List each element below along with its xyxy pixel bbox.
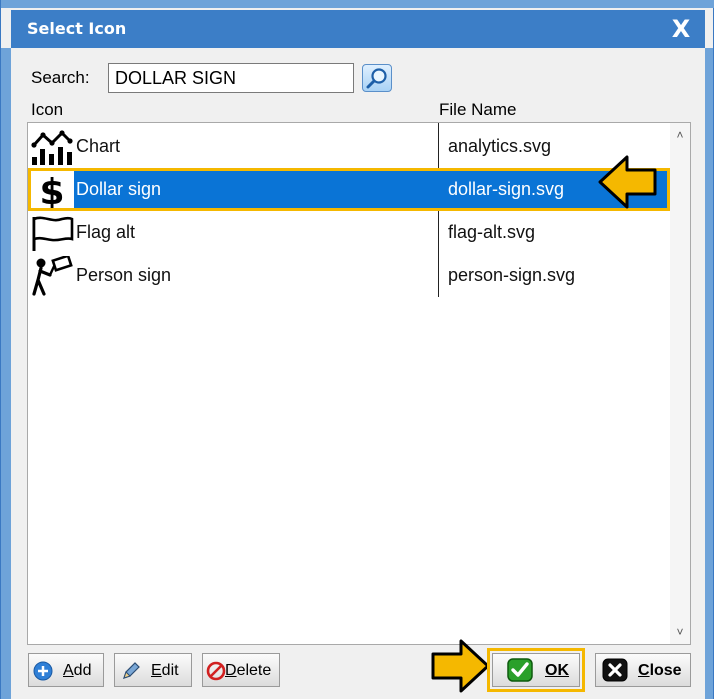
pencil-icon (120, 660, 142, 682)
list-item[interactable]: Chart analytics.svg (28, 125, 670, 168)
scroll-down-icon[interactable]: ˅ (674, 626, 686, 638)
list-item-selected[interactable]: $ Dollar sign dollar-sign.svg (28, 168, 670, 211)
icon-file-name: dollar-sign.svg (448, 179, 565, 199)
edit-button[interactable]: Edit (114, 653, 192, 687)
select-icon-dialog: Select Icon X Search: Icon File Name (0, 0, 714, 699)
icon-file-name: flag-alt.svg (448, 222, 536, 242)
delete-label: Delete (225, 662, 272, 679)
search-label: Search: (31, 68, 90, 87)
add-icon (33, 661, 53, 681)
add-button[interactable]: Add (28, 653, 104, 687)
delete-button[interactable]: Delete (202, 653, 280, 687)
close-button[interactable]: Close (595, 653, 691, 687)
check-icon (507, 658, 533, 682)
dialog-body: Search: Icon File Name (11, 48, 705, 699)
close-x-icon (602, 658, 628, 682)
scroll-up-icon[interactable]: ˄ (674, 129, 686, 141)
analytics-icon (30, 127, 74, 167)
search-input[interactable] (108, 63, 354, 93)
list-item[interactable]: Person sign person-sign.svg (28, 254, 670, 297)
icon-name: Dollar sign (76, 179, 162, 199)
add-label: Add (63, 662, 92, 679)
search-icon (363, 65, 391, 91)
flag-alt-icon (30, 213, 74, 253)
dollar-sign-icon: $ (30, 170, 74, 210)
icon-file-name: analytics.svg (448, 136, 552, 156)
no-entry-icon (206, 661, 226, 681)
column-header-icon[interactable]: Icon (31, 100, 63, 120)
callout-arrow-right-icon (429, 638, 491, 694)
window-left-border (1, 48, 11, 699)
ok-button[interactable]: OK (492, 653, 580, 687)
list-item[interactable]: Flag alt flag-alt.svg (28, 211, 670, 254)
search-button[interactable] (362, 64, 392, 92)
icon-name: Chart (76, 136, 121, 156)
close-label: Close (638, 662, 682, 679)
icon-name: Flag alt (76, 222, 136, 242)
vertical-scrollbar[interactable]: ˄ ˅ (670, 123, 690, 644)
title-bar[interactable]: Select Icon X (11, 10, 705, 48)
person-sign-icon (30, 256, 74, 296)
close-window-button[interactable]: X (667, 14, 695, 44)
svg-text:$: $ (39, 172, 64, 210)
callout-arrow-left-icon (597, 154, 659, 210)
icon-list[interactable]: Chart analytics.svg $ Dollar sign dollar… (27, 122, 691, 645)
window-top-border (1, 0, 714, 8)
dialog-title: Select Icon (27, 19, 127, 38)
icon-file-name: person-sign.svg (448, 265, 576, 285)
ok-label: OK (545, 662, 570, 679)
column-header-file-name[interactable]: File Name (439, 100, 516, 120)
icon-name: Person sign (76, 265, 172, 285)
edit-label: Edit (151, 662, 179, 679)
